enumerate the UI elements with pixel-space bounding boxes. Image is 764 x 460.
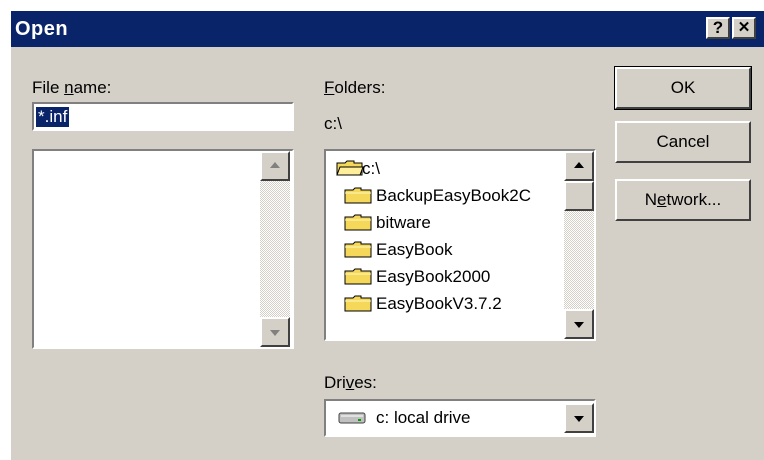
title-bar[interactable]: Open ? ✕ bbox=[11, 11, 764, 47]
folder-icon bbox=[344, 187, 372, 204]
close-button[interactable]: ✕ bbox=[732, 17, 756, 39]
open-folder-icon bbox=[336, 160, 364, 176]
hard-drive-icon bbox=[338, 412, 366, 424]
file-list-scroll-down-button[interactable] bbox=[260, 317, 290, 347]
drives-dropdown-button[interactable] bbox=[564, 403, 594, 433]
file-name-label: File name: bbox=[32, 78, 112, 97]
folder-icon bbox=[344, 268, 372, 285]
drives-label: Drives: bbox=[324, 373, 377, 392]
folders-label: Folders: bbox=[324, 78, 386, 97]
scroll-down-icon bbox=[574, 322, 584, 328]
folders-scroll-thumb[interactable] bbox=[564, 181, 594, 211]
folders-scroll-down-button[interactable] bbox=[564, 309, 594, 339]
current-folder-path: c:\ bbox=[324, 114, 342, 133]
file-name-input[interactable]: *.inf bbox=[32, 102, 294, 131]
ok-button[interactable]: OK bbox=[614, 66, 752, 110]
scroll-down-icon bbox=[270, 330, 280, 336]
file-name-value: *.inf bbox=[36, 107, 70, 127]
dialog-title: Open bbox=[15, 18, 69, 40]
folder-icon bbox=[344, 241, 372, 258]
cancel-button[interactable]: Cancel bbox=[615, 121, 751, 163]
scroll-up-icon bbox=[270, 162, 280, 168]
scroll-up-icon bbox=[574, 162, 584, 168]
file-list[interactable] bbox=[32, 149, 294, 349]
help-icon: ? bbox=[712, 18, 724, 37]
folders-scroll-up-button[interactable] bbox=[564, 151, 594, 181]
chevron-down-icon bbox=[574, 416, 584, 422]
help-button[interactable]: ? bbox=[706, 17, 730, 39]
folders-list[interactable]: c:\ BackupEasyBook2C bitware EasyBook Ea… bbox=[324, 149, 596, 341]
folder-icon bbox=[344, 214, 372, 231]
drives-selected-value: c: local drive bbox=[376, 408, 471, 427]
drives-select[interactable]: c: local drive bbox=[324, 399, 596, 437]
file-list-scroll-up-button[interactable] bbox=[260, 151, 290, 181]
network-button[interactable]: Network... bbox=[615, 179, 751, 221]
folder-icon bbox=[344, 295, 372, 312]
close-icon: ✕ bbox=[737, 19, 751, 36]
open-dialog: Open ? ✕ File name: *.inf Folders: c:\ c… bbox=[10, 10, 764, 460]
